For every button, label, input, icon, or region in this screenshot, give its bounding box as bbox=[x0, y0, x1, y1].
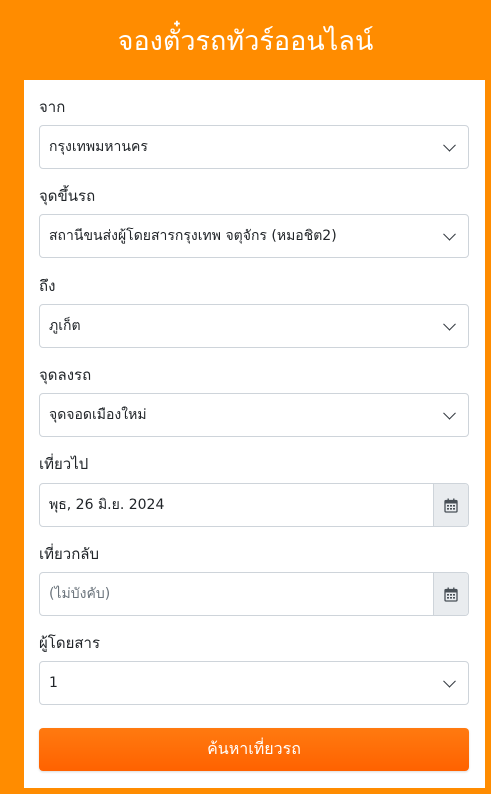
chevron-down-icon bbox=[443, 674, 456, 688]
depart-date-group bbox=[39, 483, 469, 527]
from-select[interactable]: กรุงเทพมหานคร bbox=[39, 125, 469, 169]
return-calendar-button[interactable] bbox=[433, 573, 468, 615]
depart-date-input[interactable] bbox=[40, 484, 433, 526]
to-value: ภูเก็ต bbox=[49, 318, 81, 334]
calendar-icon bbox=[444, 587, 458, 602]
return-date-group bbox=[39, 572, 469, 616]
depart-label: เที่ยวไป bbox=[39, 455, 89, 473]
return-label: เที่ยวกลับ bbox=[39, 545, 100, 563]
passengers-label: ผู้โดยสาร bbox=[39, 634, 101, 652]
chevron-down-icon bbox=[443, 406, 456, 420]
chevron-down-icon bbox=[443, 227, 456, 241]
depart-calendar-button[interactable] bbox=[433, 484, 468, 526]
pickup-label: จุดขึ้นรถ bbox=[39, 187, 96, 205]
dropoff-label: จุดลงรถ bbox=[39, 366, 92, 384]
calendar-icon bbox=[444, 498, 458, 513]
pickup-value: สถานีขนส่งผู้โดยสารกรุงเทพ จตุจักร (หมอช… bbox=[49, 228, 337, 244]
chevron-down-icon bbox=[443, 317, 456, 331]
to-select[interactable]: ภูเก็ต bbox=[39, 304, 469, 348]
dropoff-value: จุดจอดเมืองใหม่ bbox=[49, 407, 147, 423]
page-title: จองตั๋วรถทัวร์ออนไลน์ bbox=[117, 25, 374, 57]
from-value: กรุงเทพมหานคร bbox=[49, 139, 148, 155]
passengers-select[interactable]: 1 bbox=[39, 661, 469, 705]
from-label: จาก bbox=[39, 98, 66, 116]
booking-form: จาก กรุงเทพมหานคร จุดขึ้นรถ สถานีขนส่งผู… bbox=[24, 80, 485, 788]
pickup-select[interactable]: สถานีขนส่งผู้โดยสารกรุงเทพ จตุจักร (หมอช… bbox=[39, 214, 469, 258]
dropoff-select[interactable]: จุดจอดเมืองใหม่ bbox=[39, 393, 469, 437]
to-label: ถึง bbox=[39, 277, 56, 295]
passengers-value: 1 bbox=[49, 675, 58, 691]
search-trips-button[interactable]: ค้นหาเที่ยวรถ bbox=[39, 728, 469, 771]
return-date-input[interactable] bbox=[40, 573, 433, 615]
chevron-down-icon bbox=[443, 138, 456, 152]
